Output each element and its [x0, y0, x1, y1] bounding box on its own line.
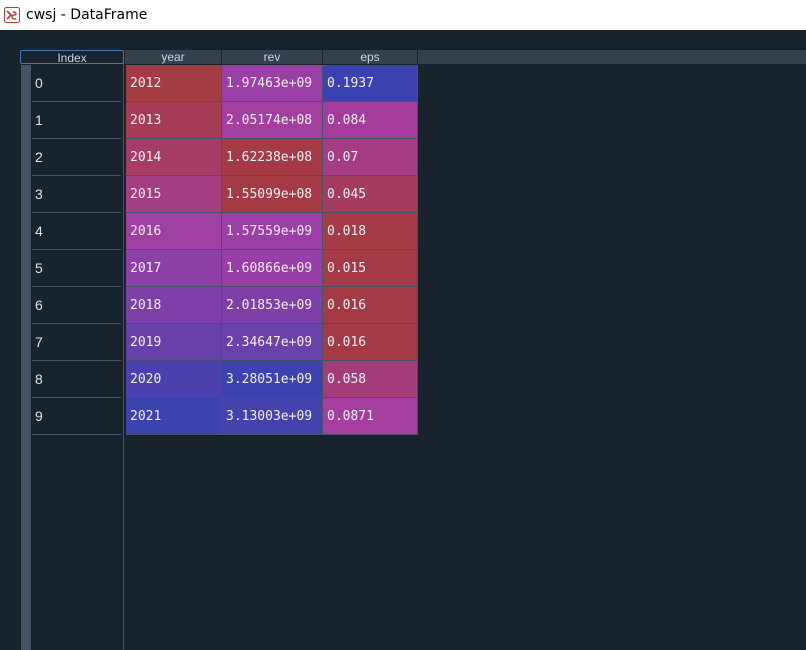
index-header[interactable]: Index: [20, 50, 124, 64]
index-row-handle-strip[interactable]: [21, 65, 31, 650]
table-cell-rev[interactable]: 1.57559e+09: [222, 213, 323, 250]
index-cell[interactable]: 3: [32, 176, 121, 213]
table-cell-eps[interactable]: 0.015: [323, 250, 418, 287]
table-cell-rev[interactable]: 3.28051e+09: [222, 361, 323, 398]
index-cell[interactable]: 0: [32, 65, 121, 102]
table-cell-year[interactable]: 2013: [126, 102, 222, 139]
dataframe-viewer: Index 0123456789 year rev eps 2012 1.97463e…: [0, 30, 806, 650]
table-cell-year[interactable]: 2020: [126, 361, 222, 398]
table-cell-rev[interactable]: 2.34647e+09: [222, 324, 323, 361]
table-cell-year[interactable]: 2015: [126, 176, 222, 213]
index-panel: Index 0123456789: [20, 50, 124, 650]
table-cell-eps[interactable]: 0.045: [323, 176, 418, 213]
index-cell[interactable]: 2: [32, 139, 121, 176]
data-table: year rev eps 2012 1.97463e+09 0.1937 2013 2.05…: [125, 50, 806, 650]
table-cell-rev[interactable]: 2.05174e+08: [222, 102, 323, 139]
column-header-rev[interactable]: rev: [222, 50, 323, 64]
table-cell-rev[interactable]: 1.97463e+09: [222, 65, 323, 102]
table-cell-rev[interactable]: 1.60866e+09: [222, 250, 323, 287]
table-cell-year[interactable]: 2016: [126, 213, 222, 250]
table-cell-year[interactable]: 2021: [126, 398, 222, 435]
table-cell-rev[interactable]: 2.01853e+09: [222, 287, 323, 324]
title-bar: cwsj - DataFrame: [0, 0, 806, 30]
table-cell-year[interactable]: 2017: [126, 250, 222, 287]
table-cell-rev[interactable]: 1.55099e+08: [222, 176, 323, 213]
index-cell[interactable]: 1: [32, 102, 121, 139]
index-cell[interactable]: 5: [32, 250, 121, 287]
dataframe-app-icon: [4, 7, 20, 23]
table-cell-eps[interactable]: 0.016: [323, 287, 418, 324]
table-cell-eps[interactable]: 0.0871: [323, 398, 418, 435]
column-header-eps[interactable]: eps: [323, 50, 418, 64]
table-cell-year[interactable]: 2014: [126, 139, 222, 176]
index-cell[interactable]: 9: [32, 398, 121, 435]
table-cell-eps[interactable]: 0.016: [323, 324, 418, 361]
table-cell-eps[interactable]: 0.1937: [323, 65, 418, 102]
table-cell-year[interactable]: 2012: [126, 65, 222, 102]
table-cell-eps[interactable]: 0.07: [323, 139, 418, 176]
window-title: cwsj - DataFrame: [26, 7, 148, 23]
column-header-row: year rev eps: [125, 50, 806, 64]
table-cell-rev[interactable]: 3.13003e+09: [222, 398, 323, 435]
table-cell-rev[interactable]: 1.62238e+08: [222, 139, 323, 176]
table-cell-eps[interactable]: 0.058: [323, 361, 418, 398]
index-cell[interactable]: 4: [32, 213, 121, 250]
index-cell[interactable]: 8: [32, 361, 121, 398]
table-cell-year[interactable]: 2018: [126, 287, 222, 324]
table-cell-eps[interactable]: 0.084: [323, 102, 418, 139]
column-header-year[interactable]: year: [125, 50, 222, 64]
table-cell-year[interactable]: 2019: [126, 324, 222, 361]
index-cell[interactable]: 7: [32, 324, 121, 361]
table-cell-eps[interactable]: 0.018: [323, 213, 418, 250]
index-cell[interactable]: 6: [32, 287, 121, 324]
